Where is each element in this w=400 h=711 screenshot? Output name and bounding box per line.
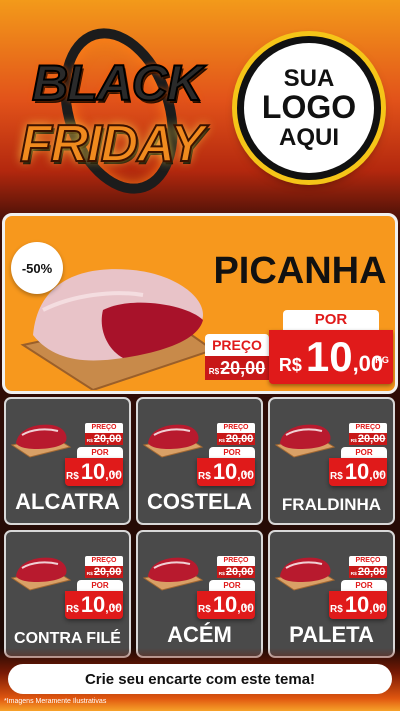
old-price-value: 20,00: [225, 566, 254, 578]
unit-label: KG: [375, 355, 389, 365]
product-name: FRALDINHA: [281, 495, 382, 514]
product-card[interactable]: PREÇO R$ 20,00 POR R$ 10 ,00 KG ALCATRA: [4, 397, 131, 525]
new-price-currency: R$: [198, 471, 211, 482]
por-label: POR: [209, 447, 255, 458]
old-price-value: 20,00: [225, 433, 254, 445]
new-price-integer: 10: [212, 459, 238, 484]
product-name: ALCATRA: [15, 489, 120, 514]
unit-label: KG: [111, 605, 119, 610]
preco-label: PREÇO: [205, 334, 269, 356]
new-price-currency: R$: [198, 604, 211, 615]
product-name: COSTELA: [146, 489, 253, 514]
preco-label: PREÇO: [217, 556, 255, 566]
create-flyer-button[interactable]: Crie seu encarte com este tema!: [8, 664, 392, 694]
new-price-integer: 10: [344, 592, 370, 617]
unit-label: KG: [243, 605, 251, 610]
new-price: R$ 10 ,00 KG: [329, 458, 387, 486]
product-name: ACÉM: [167, 622, 232, 647]
meat-image: [274, 424, 336, 458]
featured-product-card[interactable]: -50% PICANHA PREÇO R$ 20,00 POR R$ 10 ,0…: [2, 213, 398, 394]
new-price-integer: 10: [80, 459, 106, 484]
meat-image: [142, 424, 204, 458]
logo-word-black: BLACK: [31, 54, 204, 112]
old-price-value: 20,00: [357, 566, 386, 578]
new-price-integer: 10: [344, 459, 370, 484]
logo-placeholder-line: AQUI: [279, 123, 339, 151]
new-price-currency: R$: [66, 471, 79, 482]
meat-image: [142, 557, 204, 591]
new-price-integer: 10: [305, 333, 353, 380]
unit-label: KG: [243, 472, 251, 477]
old-price-value: 20,00: [93, 433, 122, 445]
meat-image: [10, 424, 72, 458]
header: BLACK FRIDAY SUA LOGO AQUI: [0, 0, 400, 212]
preco-label: PREÇO: [349, 556, 387, 566]
new-price: R$ 10 ,00 KG: [65, 591, 123, 619]
product-card[interactable]: PREÇO R$ 20,00 POR R$ 10 ,00 KG COSTELA: [136, 397, 263, 525]
meat-image: [274, 557, 336, 591]
unit-label: KG: [375, 605, 383, 610]
old-price-value: 20,00: [357, 433, 386, 445]
black-friday-flyer: BLACK FRIDAY SUA LOGO AQUI -50% PICANHA …: [0, 0, 400, 711]
new-price-currency: R$: [330, 471, 343, 482]
unit-label: KG: [375, 472, 383, 477]
por-label: POR: [77, 580, 123, 591]
por-label: POR: [283, 310, 379, 330]
new-price: R$ 10 ,00 KG: [197, 591, 255, 619]
preco-label: PREÇO: [85, 556, 123, 566]
new-price-currency: R$: [66, 604, 79, 615]
unit-label: KG: [111, 472, 119, 477]
product-card[interactable]: PREÇO R$ 20,00 POR R$ 10 ,00 KG ACÉM: [136, 530, 263, 658]
new-price: R$ 10 ,00 KG: [197, 458, 255, 486]
old-price: R$ 20,00: [217, 566, 255, 578]
logo-placeholder-line: SUA: [283, 65, 335, 93]
old-price: R$ 20,00: [349, 433, 387, 445]
por-label: POR: [209, 580, 255, 591]
new-price-currency: R$: [330, 604, 343, 615]
new-price: R$ 10 ,00 KG: [329, 591, 387, 619]
preco-label: PREÇO: [217, 423, 255, 433]
por-label: POR: [77, 447, 123, 458]
old-price-value: 20,00: [220, 358, 266, 378]
product-card[interactable]: PREÇO R$ 20,00 POR R$ 10 ,00 KG PALETA: [268, 530, 395, 658]
preco-label: PREÇO: [349, 423, 387, 433]
old-price: R$ 20,00: [85, 566, 123, 578]
old-price: R$ 20,00: [205, 356, 269, 380]
product-name: CONTRA FILÉ: [14, 630, 121, 647]
por-label: POR: [341, 447, 387, 458]
meat-image: [10, 557, 72, 591]
old-price: R$ 20,00: [217, 433, 255, 445]
logo-placeholder-badge[interactable]: SUA LOGO AQUI: [237, 36, 381, 180]
new-price-currency: R$: [278, 355, 302, 375]
new-price: R$ 10 ,00 KG: [269, 330, 393, 384]
product-name: PALETA: [289, 622, 374, 647]
preco-label: PREÇO: [85, 423, 123, 433]
footnote: *Imagens Meramente Ilustrativas: [4, 698, 107, 705]
new-price: R$ 10 ,00 KG: [65, 458, 123, 486]
logo-word-friday: FRIDAY: [19, 114, 206, 174]
old-price-currency: R$: [208, 367, 220, 376]
logo-placeholder-line: LOGO: [261, 89, 357, 126]
product-card[interactable]: PREÇO R$ 20,00 POR R$ 10 ,00 KG CONTRA F…: [4, 530, 131, 658]
old-price: R$ 20,00: [85, 433, 123, 445]
old-price: R$ 20,00: [349, 566, 387, 578]
new-price-integer: 10: [212, 592, 238, 617]
por-label: POR: [341, 580, 387, 591]
featured-product-name: PICANHA: [213, 250, 387, 292]
discount-badge: -50%: [11, 242, 63, 294]
old-price-value: 20,00: [93, 566, 122, 578]
new-price-integer: 10: [80, 592, 106, 617]
black-friday-logo: BLACK FRIDAY: [14, 13, 214, 209]
product-card[interactable]: PREÇO R$ 20,00 POR R$ 10 ,00 KG FRALDINH…: [268, 397, 395, 525]
